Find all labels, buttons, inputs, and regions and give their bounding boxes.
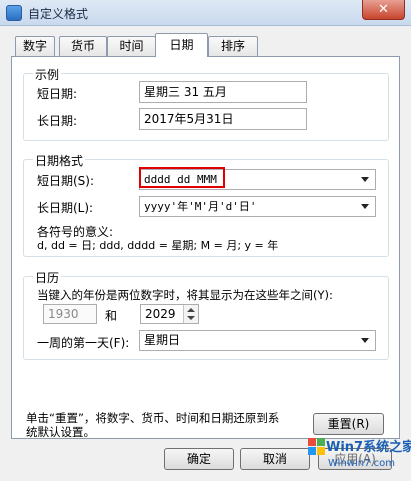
symbol-legend-text: d, dd = 日; ddd, dddd = 星期; M = 月; y = 年 (37, 239, 279, 252)
first-day-label: 一周的第一天(F): (37, 336, 130, 350)
calendar-title: 日历 (33, 269, 62, 286)
chevron-down-icon (361, 177, 369, 182)
watermark-brand: Win7系统之家 (326, 440, 411, 455)
tab-time[interactable]: 时间 (107, 36, 156, 56)
ok-button[interactable]: 确定 (164, 448, 234, 470)
app-icon (6, 5, 22, 21)
close-button[interactable]: ✕ (362, 0, 405, 20)
example-long-value: 2017年5月31日 (139, 108, 307, 130)
example-short-label: 短日期: (37, 87, 78, 101)
long-date-value: yyyy'年'M'月'd'日' (144, 200, 257, 213)
tab-date[interactable]: 日期 (155, 33, 208, 57)
red-highlight-box (139, 167, 225, 188)
tab-number[interactable]: 数字 (15, 36, 55, 56)
example-short-value: 星期三 31 五月 (139, 81, 307, 103)
first-day-value: 星期日 (144, 333, 181, 347)
chevron-down-icon (361, 338, 369, 343)
to-year-value: 2029 (145, 307, 176, 321)
two-digit-year-label: 当键入的年份是两位数字时，将其显示为在这些年之间(Y): (37, 288, 333, 302)
watermark-url: Winwin7.com (328, 458, 395, 469)
cancel-button[interactable]: 取消 (240, 448, 310, 470)
to-year-spinner[interactable]: 2029 (140, 304, 199, 324)
first-day-select[interactable]: 星期日 (139, 330, 376, 351)
short-date-label: 短日期(S): (37, 174, 95, 188)
example-title: 示例 (33, 66, 62, 83)
long-date-select[interactable]: yyyy'年'M'月'd'日' (139, 196, 376, 217)
chevron-down-icon (361, 204, 369, 209)
spinner-buttons[interactable] (183, 305, 198, 323)
date-format-title: 日期格式 (33, 152, 86, 169)
spin-up-icon[interactable] (187, 308, 195, 312)
reset-description-line2: 统默认设置。 (26, 425, 95, 439)
window-title: 自定义格式 (28, 7, 89, 21)
tab-sort[interactable]: 排序 (208, 36, 258, 56)
example-long-label: 长日期: (37, 114, 78, 128)
spin-down-icon[interactable] (187, 316, 195, 320)
and-label: 和 (105, 309, 118, 323)
tab-currency[interactable]: 货币 (59, 36, 107, 56)
from-year-field: 1930 (43, 304, 97, 324)
long-date-label: 长日期(L): (37, 201, 94, 215)
